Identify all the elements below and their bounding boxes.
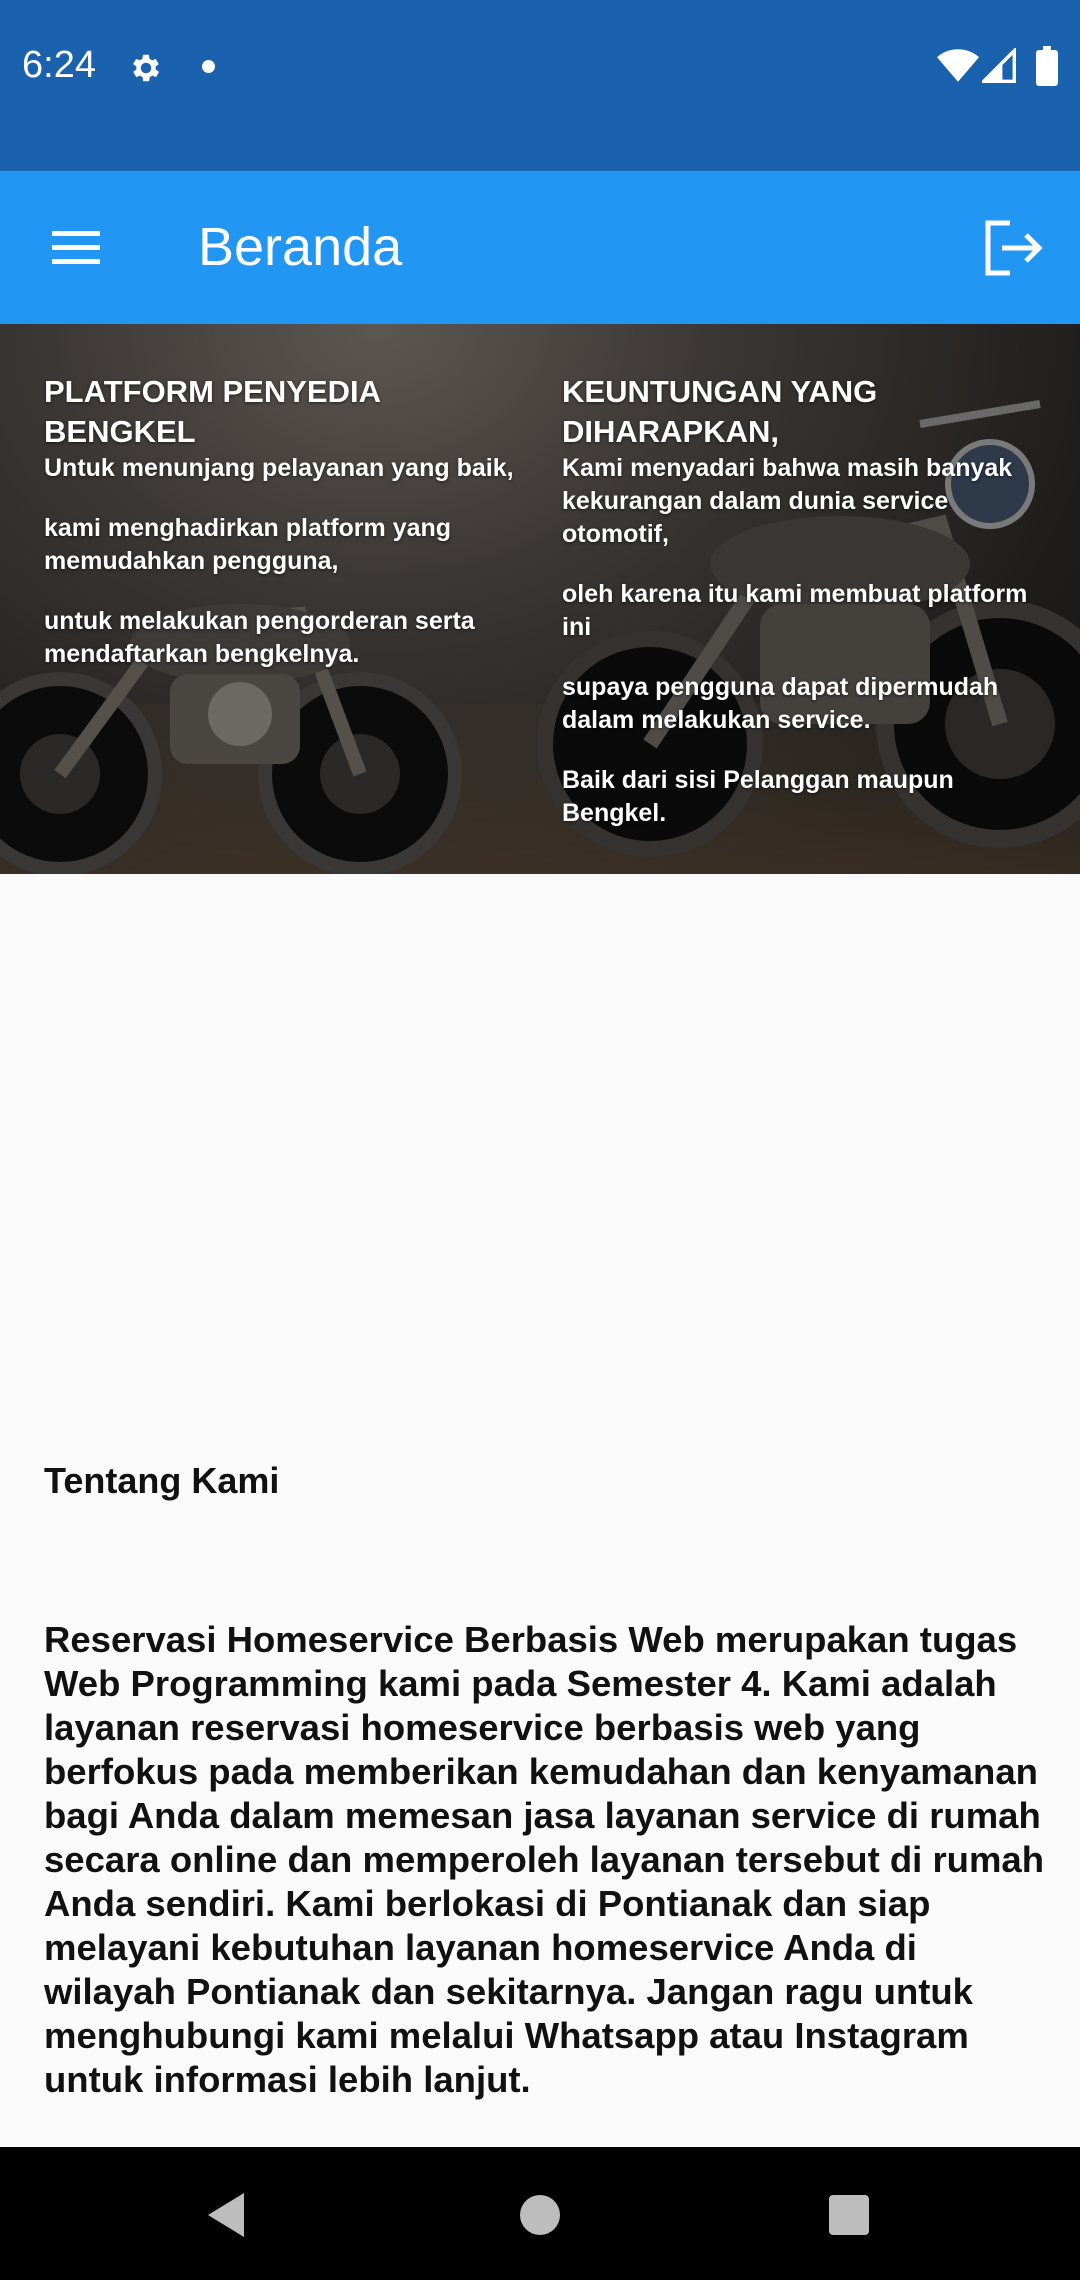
hero-right-paragraph: supaya pengguna dapat dipermudah dalam m…: [562, 673, 999, 734]
battery-icon: [1036, 46, 1058, 86]
recent-apps-icon[interactable]: [829, 2195, 869, 2235]
hero-right-paragraph: Kami menyadari bahwa masih banyak kekura…: [562, 454, 1013, 548]
hero-right-paragraph: oleh karena itu kami membuat platform in…: [562, 580, 1028, 641]
hero-left-paragraph: untuk melakukan pengorderan serta mendaf…: [44, 607, 475, 668]
status-time: 6:24: [22, 44, 96, 86]
app-bar: Beranda: [0, 171, 1080, 324]
logout-icon[interactable]: [980, 219, 1044, 277]
hero-right-column: KEUNTUNGAN YANG DIHARAPKAN, Kami menyada…: [562, 372, 1052, 857]
cell-signal-icon: [982, 48, 1016, 83]
status-bar: 6:24: [0, 0, 1080, 171]
hero-left-paragraph: Untuk menunjang pelayanan yang baik,: [44, 454, 514, 482]
hamburger-menu-icon[interactable]: [48, 225, 104, 269]
back-icon[interactable]: [204, 2191, 248, 2239]
about-text: Reservasi Homeservice Berbasis Web merup…: [44, 1619, 1045, 2100]
hero-left-column: PLATFORM PENYEDIA BENGKEL Untuk menunjan…: [44, 372, 514, 698]
hero-right-paragraph: Baik dari sisi Pelanggan maupun Bengkel.: [562, 766, 954, 827]
hero-left-heading: PLATFORM PENYEDIA BENGKEL: [44, 374, 380, 449]
hero-banner: PLATFORM PENYEDIA BENGKEL Untuk menunjan…: [0, 324, 1080, 874]
home-icon[interactable]: [520, 2195, 560, 2235]
about-title: Tentang Kami: [44, 1460, 280, 1501]
notification-dot-icon: [202, 60, 215, 73]
wifi-icon: [937, 49, 979, 82]
system-nav-bar: [0, 2147, 1080, 2280]
hero-right-heading: KEUNTUNGAN YANG DIHARAPKAN,: [562, 374, 878, 449]
page-title: Beranda: [198, 217, 403, 277]
hero-left-paragraph: kami menghadirkan platform yang memudahk…: [44, 514, 452, 575]
settings-icon: [133, 54, 160, 82]
